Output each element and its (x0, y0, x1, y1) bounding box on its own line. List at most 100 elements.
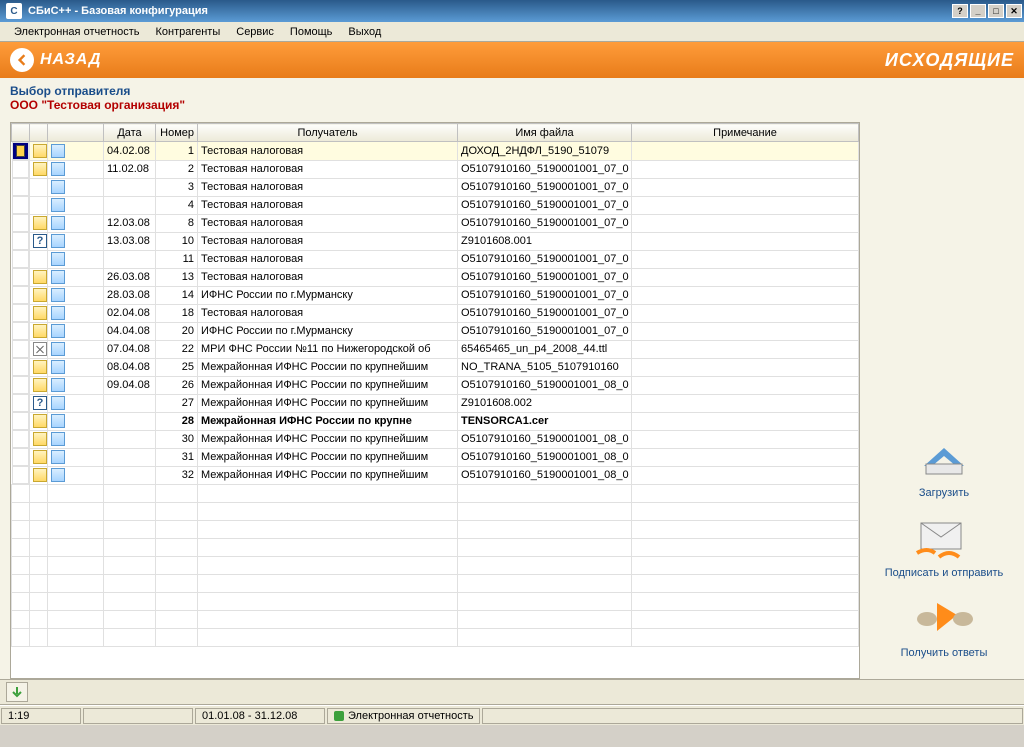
table-row[interactable] (12, 557, 859, 575)
envelope-icon (51, 306, 65, 320)
menu-contragents[interactable]: Контрагенты (147, 24, 228, 40)
row-date: 09.04.08 (104, 376, 156, 394)
table-row[interactable]: ?27Межрайонная ИФНС России по крупнейшим… (12, 394, 859, 412)
table-row[interactable]: 08.04.0825Межрайонная ИФНС России по кру… (12, 358, 859, 376)
menu-help[interactable]: Помощь (282, 24, 341, 40)
table-row[interactable]: 4Тестовая налоговаяО5107910160_519000100… (12, 196, 859, 214)
col-note[interactable]: Примечание (632, 124, 859, 142)
row-env-icon-cell (48, 214, 104, 232)
table-row[interactable] (12, 521, 859, 539)
table-row[interactable]: 11Тестовая налоговаяО5107910160_51900010… (12, 250, 859, 268)
table-row[interactable]: 12.03.088Тестовая налоговаяО5107910160_5… (12, 214, 859, 232)
table-row[interactable]: 30Межрайонная ИФНС России по крупнейшимО… (12, 430, 859, 448)
maximize-button[interactable]: □ (988, 4, 1004, 18)
status-date-range[interactable]: 01.01.08 - 31.12.08 (195, 708, 325, 724)
menubar: Электронная отчетность Контрагенты Серви… (0, 22, 1024, 42)
col-marker[interactable] (12, 124, 30, 142)
table-row[interactable]: 04.02.081Тестовая налоговаяДОХОД_2НДФЛ_5… (12, 142, 859, 161)
table-row[interactable] (12, 611, 859, 629)
envelope-icon (51, 360, 65, 374)
table-row[interactable]: 07.04.0822МРИ ФНС России №11 по Нижегоро… (12, 340, 859, 358)
row-note (632, 178, 859, 196)
row-filename: О5107910160_5190001001_07_0 (458, 268, 632, 286)
row-env-icon-cell (48, 142, 104, 161)
row-date (104, 250, 156, 268)
arrow-left-icon (16, 54, 28, 66)
table-row[interactable]: 02.04.0818Тестовая налоговаяО5107910160_… (12, 304, 859, 322)
envelope-icon (51, 288, 65, 302)
sign-send-button[interactable]: Подписать и отправить (885, 513, 1004, 579)
row-date: 12.03.08 (104, 214, 156, 232)
col-type-icon[interactable] (30, 124, 48, 142)
row-filename: О5107910160_5190001001_08_0 (458, 376, 632, 394)
table-row[interactable]: 26.03.0813Тестовая налоговаяО5107910160_… (12, 268, 859, 286)
col-number[interactable]: Номер (156, 124, 198, 142)
row-marker-cell (12, 196, 30, 214)
table-row[interactable] (12, 593, 859, 611)
row-type-icon-cell (30, 196, 48, 214)
help-button[interactable]: ? (952, 4, 968, 18)
envelope-icon (51, 270, 65, 284)
row-date (104, 196, 156, 214)
load-button[interactable]: Загрузить (904, 433, 984, 499)
table-row[interactable]: 28.03.0814ИФНС России по г.МурманскуО510… (12, 286, 859, 304)
table-row[interactable]: 3Тестовая налоговаяО5107910160_519000100… (12, 178, 859, 196)
row-filename: TENSORCA1.cer (458, 412, 632, 430)
row-marker-cell (12, 178, 30, 196)
table-row[interactable]: ?13.03.0810Тестовая налоговаяZ9101608.00… (12, 232, 859, 250)
row-type-icon-cell (30, 340, 48, 358)
table-row[interactable]: 11.02.082Тестовая налоговаяО5107910160_5… (12, 160, 859, 178)
table-row[interactable] (12, 629, 859, 647)
row-env-icon-cell (48, 340, 104, 358)
col-date[interactable]: Дата (104, 124, 156, 142)
menu-reporting[interactable]: Электронная отчетность (6, 24, 147, 40)
row-note (632, 394, 859, 412)
receive-button[interactable]: Получить ответы (901, 593, 988, 659)
row-number: 32 (156, 466, 198, 485)
row-recipient: Межрайонная ИФНС России по крупнейшим (198, 394, 458, 412)
row-env-icon-cell (48, 304, 104, 322)
table-row[interactable]: 09.04.0826Межрайонная ИФНС России по кру… (12, 376, 859, 394)
envelope-icon (51, 414, 65, 428)
back-button[interactable] (10, 48, 34, 72)
table-row[interactable] (12, 575, 859, 593)
download-button[interactable] (6, 682, 28, 702)
table-row[interactable]: 31Межрайонная ИФНС России по крупнейшимО… (12, 448, 859, 466)
minimize-button[interactable]: _ (970, 4, 986, 18)
close-button[interactable]: ✕ (1006, 4, 1022, 18)
envelope-icon (51, 252, 65, 266)
back-label[interactable]: НАЗАД (40, 51, 101, 69)
row-recipient: ИФНС России по г.Мурманску (198, 322, 458, 340)
col-recipient[interactable]: Получатель (198, 124, 458, 142)
row-type-icon-cell (30, 376, 48, 394)
table-row[interactable] (12, 539, 859, 557)
sender-org[interactable]: ООО "Тестовая организация" (10, 98, 1014, 112)
col-filename[interactable]: Имя файла (458, 124, 632, 142)
row-number: 22 (156, 340, 198, 358)
row-number: 20 (156, 322, 198, 340)
row-recipient: Межрайонная ИФНС России по крупне (198, 412, 458, 430)
row-marker-cell (12, 250, 30, 268)
row-note (632, 448, 859, 466)
table-row[interactable] (12, 485, 859, 503)
row-date: 07.04.08 (104, 340, 156, 358)
table-row[interactable]: 04.04.0820ИФНС России по г.МурманскуО510… (12, 322, 859, 340)
titlebar: С СБиС++ - Базовая конфигурация ? _ □ ✕ (0, 0, 1024, 22)
menu-exit[interactable]: Выход (340, 24, 389, 40)
row-env-icon-cell (48, 412, 104, 430)
row-marker-cell (12, 448, 30, 466)
row-filename: О5107910160_5190001001_07_0 (458, 322, 632, 340)
menu-service[interactable]: Сервис (228, 24, 282, 40)
row-type-icon-cell (30, 286, 48, 304)
row-filename: О5107910160_5190001001_07_0 (458, 196, 632, 214)
row-date: 02.04.08 (104, 304, 156, 322)
row-recipient: Межрайонная ИФНС России по крупнейшим (198, 448, 458, 466)
table-row[interactable]: 28Межрайонная ИФНС России по крупнеTENSO… (12, 412, 859, 430)
row-date: 11.02.08 (104, 160, 156, 178)
table-row[interactable]: 32Межрайонная ИФНС России по крупнейшимО… (12, 466, 859, 485)
col-env-icon[interactable] (48, 124, 104, 142)
row-recipient: Тестовая налоговая (198, 196, 458, 214)
table-row[interactable] (12, 503, 859, 521)
outgoing-table[interactable]: Дата Номер Получатель Имя файла Примечан… (10, 122, 860, 679)
row-number: 18 (156, 304, 198, 322)
